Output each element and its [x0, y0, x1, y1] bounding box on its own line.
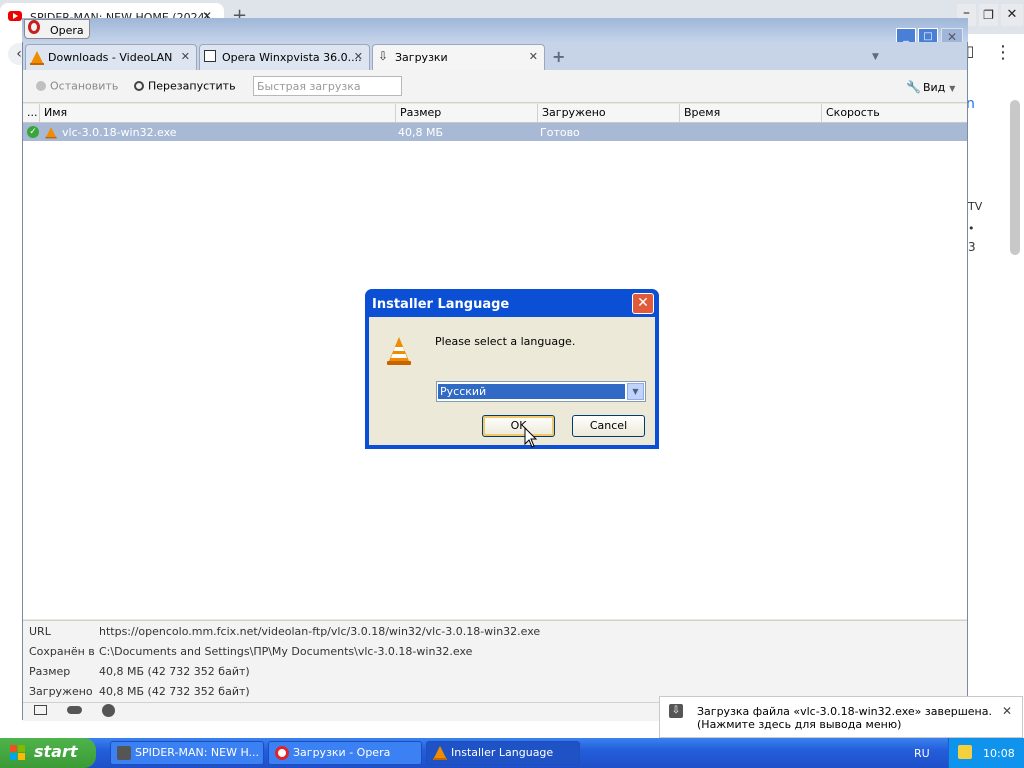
- tab-downloads[interactable]: ⇩ Загрузки ✕: [372, 44, 545, 70]
- background-page-dot: •: [968, 222, 975, 235]
- opera-menu-label: Opera: [50, 24, 84, 37]
- language-indicator[interactable]: RU: [914, 747, 930, 760]
- youtube-icon: [8, 11, 22, 21]
- dialog-message: Please select a language.: [435, 335, 576, 348]
- vlc-cone-icon: [30, 51, 44, 65]
- background-page-fragment: TV: [968, 200, 983, 213]
- tray-app-icon[interactable]: [958, 745, 972, 759]
- background-scrollbar[interactable]: [1010, 100, 1020, 255]
- download-status: Готово: [540, 126, 580, 139]
- taskbar-item-label: Загрузки - Opera: [293, 746, 391, 759]
- tab-close-icon[interactable]: ✕: [529, 50, 538, 63]
- column-header-time[interactable]: Время: [679, 104, 821, 122]
- opera-logo-icon: [28, 20, 40, 34]
- panel-toggle-icon[interactable]: [34, 705, 47, 715]
- stop-icon: [36, 81, 46, 91]
- ok-button[interactable]: OK: [482, 415, 555, 437]
- tab-close-icon[interactable]: ✕: [181, 50, 190, 63]
- view-button[interactable]: 🔧 Вид ▼: [906, 80, 955, 94]
- language-select-value[interactable]: Русский: [438, 384, 625, 399]
- tab-list-chevron-icon[interactable]: ▼: [872, 52, 879, 62]
- column-header-size[interactable]: Размер: [395, 104, 537, 122]
- vlc-cone-icon: [387, 337, 411, 365]
- app-icon: [117, 746, 131, 760]
- speed-dial-icon[interactable]: [102, 704, 115, 717]
- taskbar-item-opera[interactable]: Загрузки - Opera: [268, 741, 422, 765]
- background-close-button[interactable]: ✕: [1001, 4, 1023, 26]
- tab-label: Downloads - VideoLAN: [48, 51, 173, 64]
- clock: 10:08: [983, 747, 1015, 760]
- windows-logo-icon: [10, 745, 26, 761]
- opera-titlebar: [22, 18, 968, 42]
- detail-value-size: 40,8 МБ (42 732 352 байт): [99, 665, 250, 678]
- cloud-icon[interactable]: [67, 706, 82, 714]
- taskbar-item-spiderman[interactable]: SPIDER-MAN: NEW H...: [110, 741, 264, 765]
- check-icon: ✓: [27, 126, 39, 138]
- download-icon: ⇩: [669, 704, 683, 718]
- vlc-cone-icon: [433, 746, 447, 760]
- tab-opera-winxpvista[interactable]: Opera Winxpvista 36.0.... ✕: [199, 44, 370, 70]
- download-size: 40,8 МБ: [398, 126, 444, 139]
- cancel-button[interactable]: Cancel: [572, 415, 645, 437]
- column-header-speed[interactable]: Скорость: [821, 104, 967, 122]
- vlc-cone-icon: [45, 127, 57, 139]
- tab-downloads-videolan[interactable]: Downloads - VideoLAN ✕: [25, 44, 197, 70]
- tab-label: Загрузки: [395, 51, 448, 64]
- download-name: vlc-3.0.18-win32.exe: [62, 126, 177, 139]
- page-icon: [204, 50, 216, 62]
- column-header-status[interactable]: ...: [23, 104, 39, 122]
- detail-label-downloaded: Загружено: [29, 685, 93, 698]
- detail-value-saved[interactable]: C:\Documents and Settings\ПР\My Document…: [99, 645, 472, 658]
- background-page-fragment: 3: [968, 240, 976, 254]
- dialog-close-button[interactable]: ✕: [632, 293, 654, 314]
- opera-logo-icon: [275, 746, 289, 760]
- detail-label-url: URL: [29, 625, 51, 638]
- download-icon: ⇩: [378, 49, 389, 63]
- restart-button[interactable]: Перезапустить: [134, 79, 236, 93]
- chevron-down-icon[interactable]: ▼: [627, 383, 644, 400]
- detail-value-url[interactable]: https://opencolo.mm.fcix.net/videolan-ft…: [99, 625, 540, 638]
- view-label: Вид: [922, 81, 946, 94]
- dialog-title: Installer Language: [372, 297, 510, 312]
- taskbar-item-label: SPIDER-MAN: NEW H...: [135, 746, 260, 759]
- notification-message: Загрузка файла «vlc-3.0.18-win32.exe» за…: [697, 705, 992, 718]
- add-tab-icon[interactable]: +: [552, 47, 565, 66]
- tab-close-icon[interactable]: ✕: [354, 50, 363, 63]
- column-header-name[interactable]: Имя: [39, 104, 397, 122]
- background-restore-button[interactable]: ❐: [979, 4, 998, 26]
- detail-label-saved: Сохранён в: [29, 645, 95, 658]
- wrench-icon: 🔧: [906, 80, 921, 94]
- restart-label: Перезапустить: [148, 79, 236, 93]
- notification-hint: (Нажмите здесь для вывода меню): [697, 718, 902, 731]
- stop-label: Остановить: [50, 79, 119, 93]
- chevron-down-icon: ▼: [949, 84, 956, 93]
- start-label: start: [34, 742, 78, 761]
- detail-value-downloaded: 40,8 МБ (42 732 352 байт): [99, 685, 250, 698]
- menu-icon[interactable]: ⋮: [994, 42, 1012, 63]
- notification-close-icon[interactable]: ✕: [1002, 704, 1012, 718]
- taskbar-item-label: Installer Language: [451, 746, 554, 759]
- mouse-cursor-icon: [524, 427, 538, 448]
- column-header-downloaded[interactable]: Загружено: [537, 104, 679, 122]
- detail-label-size: Размер: [29, 665, 71, 678]
- quick-download-input[interactable]: [253, 76, 402, 96]
- taskbar-item-installer[interactable]: Installer Language: [426, 741, 580, 765]
- stop-button[interactable]: Остановить: [36, 79, 118, 93]
- tab-label: Opera Winxpvista 36.0....: [222, 51, 362, 64]
- restart-icon: [134, 81, 144, 91]
